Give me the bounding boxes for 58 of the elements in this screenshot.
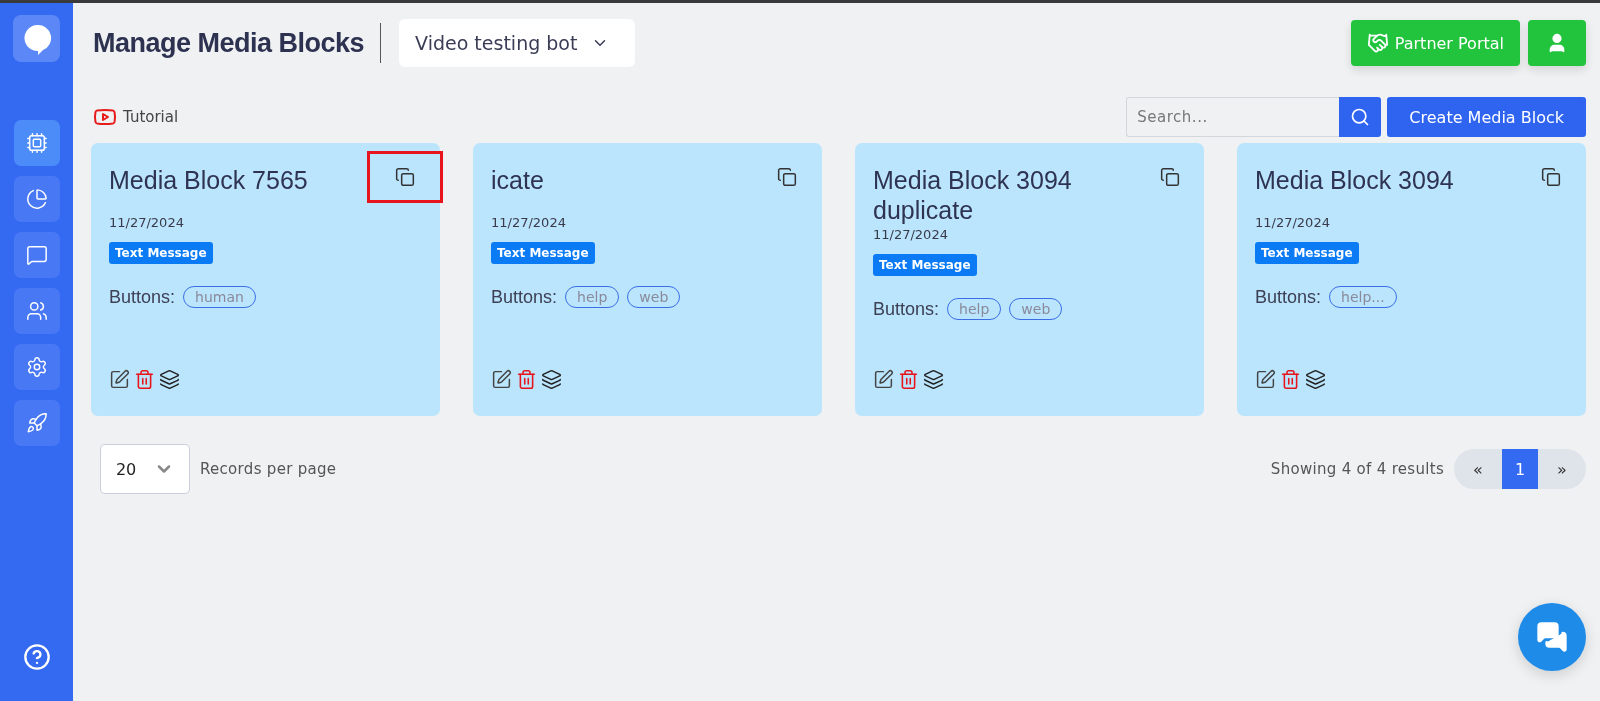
type-tag: Text Message: [1255, 242, 1359, 264]
search-icon: [1350, 107, 1371, 127]
layers-icon[interactable]: [1305, 369, 1326, 390]
card-date: 11/27/2024: [1255, 215, 1331, 230]
tutorial-link[interactable]: Tutorial: [93, 105, 179, 129]
trash-icon[interactable]: [516, 369, 537, 390]
buttons-label: Buttons:: [109, 286, 176, 308]
rocket-icon[interactable]: [13, 400, 60, 446]
layers-icon[interactable]: [159, 369, 180, 390]
type-tag: Text Message: [491, 242, 595, 264]
create-media-block-button[interactable]: Create Media Block: [1387, 97, 1586, 137]
previous-page-button[interactable]: «: [1454, 449, 1502, 489]
copy-icon: [395, 167, 415, 187]
search-button[interactable]: [1339, 97, 1382, 137]
layers-icon[interactable]: [923, 369, 944, 390]
card-date: 11/27/2024: [873, 227, 949, 242]
type-tag: Text Message: [109, 242, 213, 264]
records-per-page-label: Records per page: [200, 460, 337, 478]
handshake-icon: [1366, 32, 1389, 54]
pie-chart-icon[interactable]: [13, 176, 60, 222]
chip-icon[interactable]: [13, 120, 60, 166]
logo-icon[interactable]: [13, 15, 60, 62]
per-page-select[interactable]: 20: [100, 444, 190, 494]
card-title: icate: [491, 165, 544, 195]
users-icon[interactable]: [13, 288, 60, 334]
trash-icon[interactable]: [134, 369, 155, 390]
buttons-label: Buttons:: [491, 286, 558, 308]
copy-icon: [1541, 167, 1561, 187]
chat-button[interactable]: [1518, 603, 1586, 671]
trash-icon[interactable]: [898, 369, 919, 390]
search-field[interactable]: Search...: [1126, 97, 1340, 137]
card-title: Media Block 3094 duplicate: [873, 165, 1073, 225]
type-tag: Text Message: [873, 254, 977, 276]
results-count: Showing 4 of 4 results: [1270, 460, 1444, 478]
trash-icon[interactable]: [1280, 369, 1301, 390]
card-title: Media Block 7565: [109, 165, 308, 195]
layers-icon[interactable]: [541, 369, 562, 390]
edit-icon[interactable]: [873, 369, 894, 390]
copy-icon: [777, 167, 797, 187]
page-title: Manage Media Blocks: [93, 23, 382, 63]
next-page-button[interactable]: »: [1538, 449, 1586, 489]
edit-icon[interactable]: [491, 369, 512, 390]
bot-selector[interactable]: Video testing bot: [399, 19, 636, 67]
card-date: 11/27/2024: [491, 215, 567, 230]
help-icon[interactable]: [22, 643, 51, 671]
user-button[interactable]: [1528, 20, 1586, 66]
card-date: 11/27/2024: [109, 215, 185, 230]
card-title: Media Block 3094: [1255, 165, 1454, 195]
copy-button[interactable]: [367, 151, 443, 203]
page-button[interactable]: 1: [1502, 449, 1538, 489]
edit-icon[interactable]: [1255, 369, 1276, 390]
chat-bubbles-icon: [1536, 621, 1568, 653]
buttons-label: Buttons:: [873, 298, 940, 320]
copy-icon: [1160, 167, 1180, 187]
edit-icon[interactable]: [109, 369, 130, 390]
settings-icon[interactable]: [13, 344, 60, 390]
message-icon[interactable]: [13, 232, 60, 278]
buttons-label: Buttons:: [1255, 286, 1322, 308]
